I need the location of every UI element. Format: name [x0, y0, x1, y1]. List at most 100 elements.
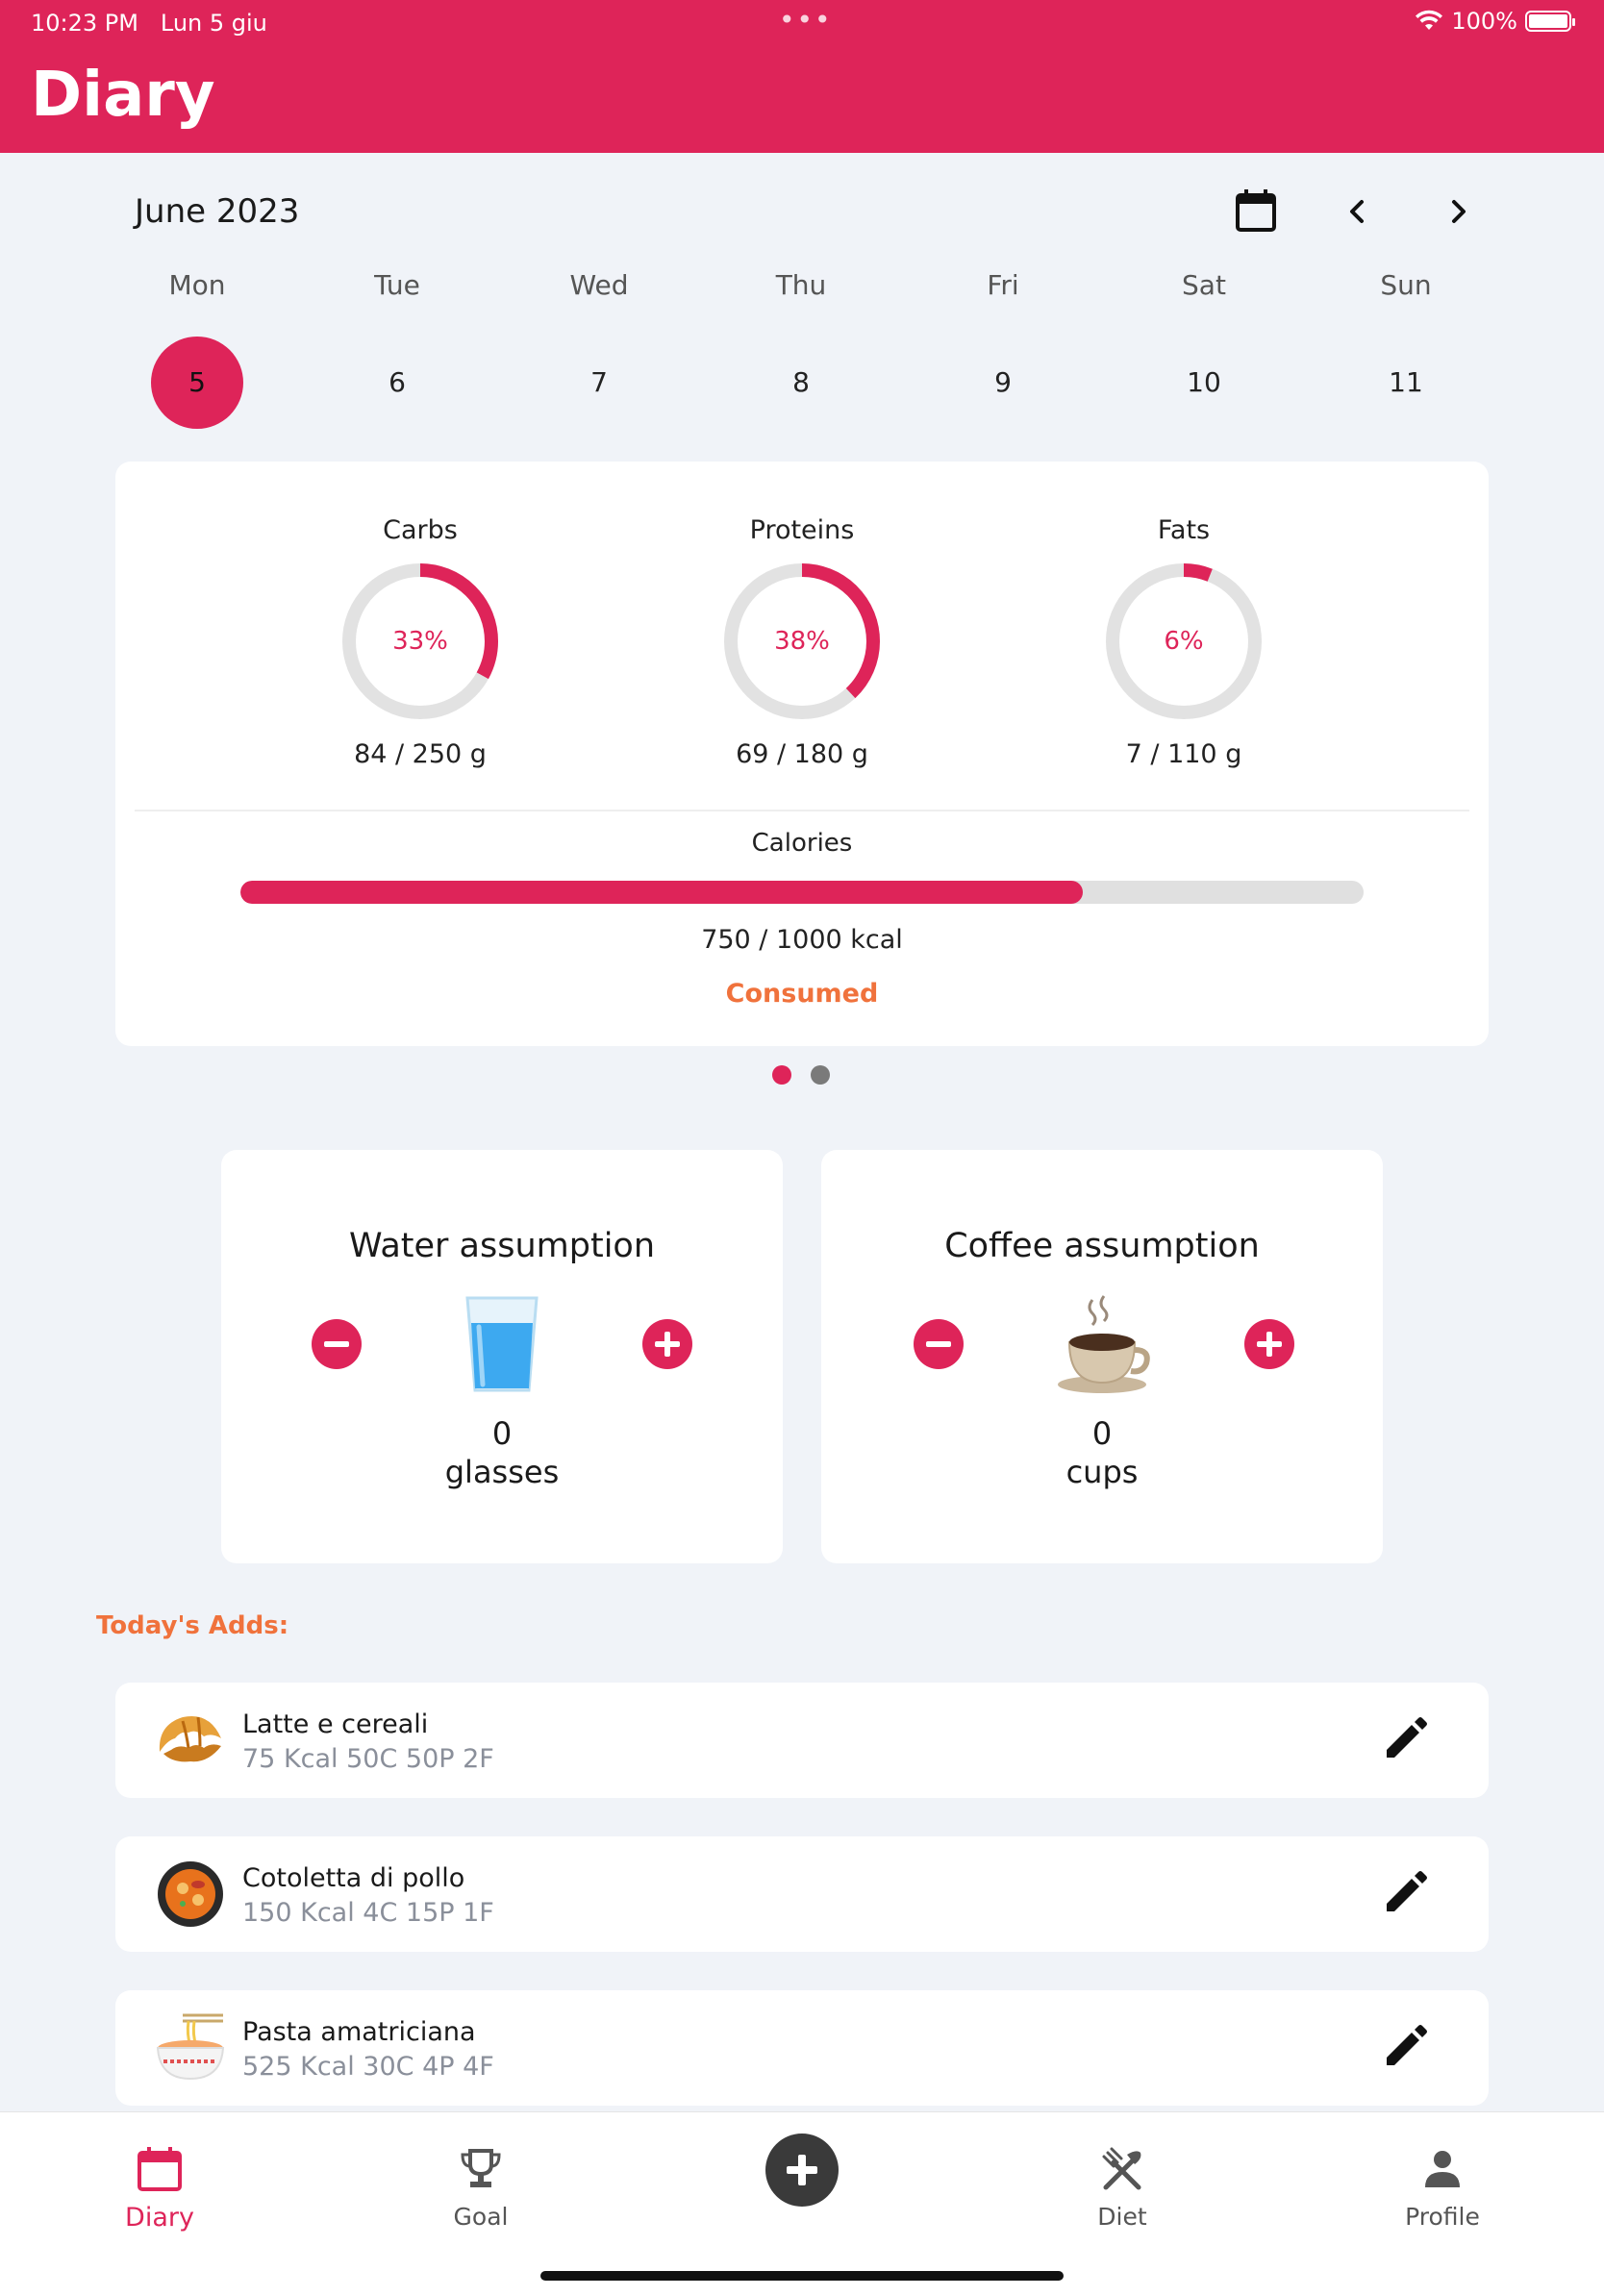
day-number[interactable]: 10: [1158, 337, 1250, 429]
battery-percent: 100%: [1451, 8, 1517, 35]
macro-percent: 33%: [392, 627, 448, 656]
croissant-icon: [159, 1715, 221, 1762]
calories-amount: 750 / 1000 kcal: [701, 925, 903, 955]
macro-amount: 84 / 250 g: [354, 739, 487, 769]
macro-label: Fats: [1157, 515, 1211, 545]
nutrition-summary-card[interactable]: Carbs 33% 84 / 250 g Proteins 38% 69 / 1…: [115, 462, 1489, 1046]
divider: [135, 810, 1469, 811]
water-glass-icon: [465, 1296, 539, 1392]
tab-label: Diet: [1097, 2203, 1147, 2231]
food-name: Latte e cereali: [242, 1710, 429, 1739]
battery-icon: [1525, 11, 1575, 32]
food-nutrition: 150 Kcal 4C 15P 1F: [242, 1898, 494, 1928]
status-time: 10:23 PM Lun 5 giu: [31, 10, 267, 37]
edit-pencil-icon[interactable]: [1379, 1715, 1429, 1765]
day-tue[interactable]: Tue 6: [339, 269, 455, 429]
day-fri[interactable]: Fri 9: [945, 269, 1061, 429]
status-clock: 10:23 PM: [31, 10, 138, 37]
noodle-bowl-icon: [156, 2013, 225, 2081]
calendar-picker-icon[interactable]: [1235, 188, 1277, 233]
page-dot[interactable]: [811, 1065, 830, 1085]
food-name: Pasta amatriciana: [242, 2017, 476, 2047]
status-right: 100%: [1415, 8, 1575, 35]
coffee-unit: cups: [1065, 1454, 1139, 1490]
day-name: Fri: [987, 269, 1019, 301]
water-card: Water assumption 0 glasses: [221, 1150, 783, 1563]
macro-carbs: Carbs 33% 84 / 250 g: [324, 515, 516, 769]
day-sat[interactable]: Sat 10: [1146, 269, 1262, 429]
month-label: June 2023: [135, 192, 300, 231]
day-name: Wed: [569, 269, 629, 301]
home-indicator[interactable]: [540, 2271, 1064, 2281]
bottom-tab-bar: Diary Goal Diet Profile: [0, 2111, 1604, 2296]
day-wed[interactable]: Wed 7: [541, 269, 657, 429]
day-name: Thu: [775, 269, 827, 301]
todays-adds-title: Today's Adds:: [96, 1611, 289, 1640]
edit-pencil-icon[interactable]: [1379, 2023, 1429, 2073]
multitask-dots-icon[interactable]: •••: [779, 4, 833, 36]
food-item[interactable]: Cotoletta di pollo 150 Kcal 4C 15P 1F: [115, 1836, 1489, 1952]
page-dot-active[interactable]: [772, 1065, 791, 1085]
edit-pencil-icon[interactable]: [1379, 1869, 1429, 1919]
macro-amount: 69 / 180 g: [736, 739, 868, 769]
water-count: 0: [491, 1415, 513, 1452]
tab-label: Profile: [1405, 2203, 1480, 2231]
food-item[interactable]: Pasta amatriciana 525 Kcal 30C 4P 4F: [115, 1990, 1489, 2106]
coffee-decrement-button[interactable]: [914, 1319, 964, 1369]
water-increment-button[interactable]: [642, 1319, 692, 1369]
fork-knife-icon: [1102, 2147, 1141, 2190]
macro-amount: 7 / 110 g: [1125, 739, 1242, 769]
carbs-ring: 33%: [341, 562, 499, 720]
macro-percent: 6%: [1164, 627, 1204, 656]
prev-week-button[interactable]: [1339, 192, 1377, 231]
food-name: Cotoletta di pollo: [242, 1863, 465, 1893]
coffee-card: Coffee assumption 0 cups: [821, 1150, 1383, 1563]
day-name: Sat: [1182, 269, 1226, 301]
day-number[interactable]: 11: [1360, 337, 1452, 429]
calories-status: Consumed: [725, 979, 879, 1009]
next-week-button[interactable]: [1439, 192, 1477, 231]
macro-label: Carbs: [383, 515, 458, 545]
status-date: Lun 5 giu: [160, 10, 267, 37]
day-number[interactable]: 9: [957, 337, 1049, 429]
day-number[interactable]: 6: [351, 337, 443, 429]
page-indicator: [772, 1065, 830, 1085]
day-number[interactable]: 8: [755, 337, 847, 429]
water-title: Water assumption: [348, 1227, 656, 1265]
app-header: 10:23 PM Lun 5 giu ••• 100% Diary: [0, 0, 1604, 153]
macro-label: Proteins: [749, 515, 855, 545]
wifi-icon: [1416, 10, 1443, 30]
tab-profile[interactable]: Profile: [1366, 2145, 1519, 2231]
water-decrement-button[interactable]: [312, 1319, 362, 1369]
day-mon[interactable]: Mon 5: [139, 269, 255, 429]
macro-proteins: Proteins 38% 69 / 180 g: [706, 515, 898, 769]
coffee-increment-button[interactable]: [1244, 1319, 1294, 1369]
tab-label: Diary: [125, 2203, 194, 2233]
calories-label: Calories: [751, 829, 853, 858]
tab-diary[interactable]: Diary: [83, 2145, 237, 2233]
day-number-selected[interactable]: 5: [151, 337, 243, 429]
paella-icon: [158, 1861, 223, 1927]
day-number[interactable]: 7: [553, 337, 645, 429]
water-unit: glasses: [444, 1454, 560, 1490]
coffee-count: 0: [1091, 1415, 1113, 1452]
trophy-icon: [461, 2149, 501, 2187]
tab-label: Goal: [453, 2203, 509, 2231]
food-nutrition: 525 Kcal 30C 4P 4F: [242, 2052, 494, 2082]
calendar-icon: [138, 2147, 182, 2191]
add-entry-button[interactable]: [765, 2134, 839, 2207]
food-item[interactable]: Latte e cereali 75 Kcal 50C 50P 2F: [115, 1683, 1489, 1798]
calories-progress-bar: [240, 881, 1364, 904]
tab-goal[interactable]: Goal: [404, 2145, 558, 2231]
macro-percent: 38%: [774, 627, 830, 656]
coffee-title: Coffee assumption: [944, 1227, 1260, 1265]
coffee-cup-icon: [1058, 1295, 1150, 1393]
calories-progress-fill: [240, 881, 1083, 904]
food-nutrition: 75 Kcal 50C 50P 2F: [242, 1744, 494, 1774]
macro-fats: Fats 6% 7 / 110 g: [1088, 515, 1280, 769]
day-sun[interactable]: Sun 11: [1348, 269, 1464, 429]
page-title: Diary: [31, 60, 215, 131]
day-thu[interactable]: Thu 8: [743, 269, 859, 429]
tab-diet[interactable]: Diet: [1045, 2145, 1199, 2231]
fats-ring: 6%: [1105, 562, 1263, 720]
